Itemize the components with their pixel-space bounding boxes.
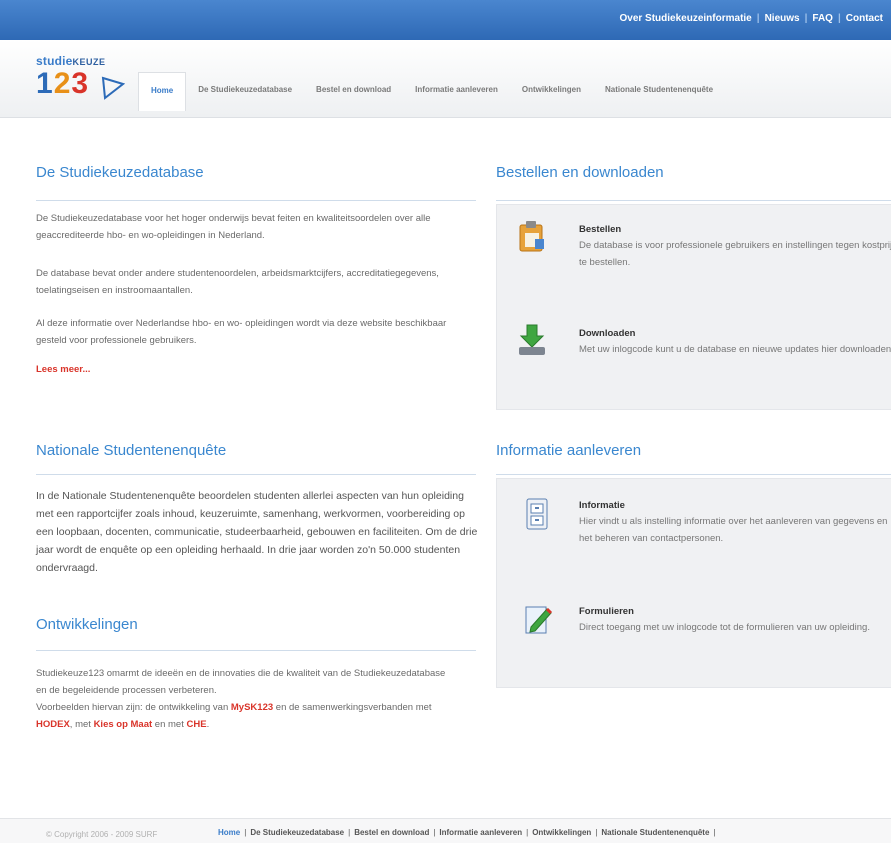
tab-studiekeuzedatabase[interactable]: De Studiekeuzedatabase [186,72,304,110]
paragraph: De Studiekeuzedatabase voor het hoger on… [36,213,431,241]
list-item-formulieren[interactable]: Formulieren Direct toegang met uw inlogc… [579,605,891,636]
top-bar: Over Studiekeuzeinformatie | Nieuws | FAQ | Co… [0,0,891,40]
informatie-panel: Informatie Hier vindt u als instelling i… [496,478,891,688]
list-item-informatie[interactable]: Informatie Hier vindt u als instelling i… [579,499,891,547]
paragraph: In de Nationale Studentenenquête beoorde… [36,490,478,574]
item-title: Downloaden [579,328,636,339]
link-hodex[interactable]: HODEX [36,719,70,730]
footer: © Copyright 2006 - 2009 SURF Home | De Stu… [0,818,891,843]
item-description: De database is voor professionele gebrui… [579,240,891,268]
item-description: Direct toegang met uw inlogcode tot de f… [579,622,870,633]
paragraph: De database bevat onder andere studenten… [36,268,439,296]
edit-form-icon [523,601,553,635]
top-link-nieuws[interactable]: Nieuws [765,13,800,24]
link-kies-op-maat[interactable]: Kies op Maat [94,719,153,730]
copyright-text: © Copyright 2006 - 2009 SURF [46,830,158,839]
section-title-nse: Nationale Studentenenquête [36,442,227,459]
list-item-bestellen[interactable]: Bestellen De database is voor profession… [579,223,891,271]
item-description: Hier vindt u als instelling informatie o… [579,516,888,544]
section-divider [36,200,476,201]
section-title-ontwikkelingen: Ontwikkelingen [36,616,138,633]
item-description: Met uw inlogcode kunt u de database en n… [579,344,891,355]
footer-link-nse[interactable]: Nationale Studentenenquête [601,828,709,837]
footer-links: Home | De Studiekeuzedatabase | Bestel en do… [218,828,716,837]
section-divider [496,474,891,475]
section-divider [36,474,476,475]
tab-nse[interactable]: Nationale Studentenenquête [593,72,725,110]
section-title-studiekeuzedatabase: De Studiekeuzedatabase [36,164,204,181]
paragraph: Voorbeelden hiervan zijn: de ontwikkelin… [36,702,432,730]
logo-wordmark: studieKEUZE [36,54,106,68]
footer-link-ontwikkelingen[interactable]: Ontwikkelingen [532,828,591,837]
tab-home[interactable]: Home [138,72,187,111]
section-title-bestellen: Bestellen en downloaden [496,164,664,181]
tab-bestel-download[interactable]: Bestel en download [304,72,403,110]
list-item-downloaden[interactable]: Downloaden Met uw inlogcode kunt u de da… [579,327,891,358]
download-icon [517,323,547,357]
main-nav: Home De Studiekeuzedatabase Bestel en do… [138,72,725,111]
section-divider [36,650,476,651]
section-title-informatie: Informatie aanleveren [496,442,642,459]
site-logo[interactable]: studieKEUZE 123 [36,54,136,106]
link-mysk123[interactable]: MySK123 [231,702,273,713]
footer-link-studiekeuzedatabase[interactable]: De Studiekeuzedatabase [250,828,344,837]
item-title: Bestellen [579,224,622,235]
top-link-contact[interactable]: Contact [846,13,883,24]
section-divider [496,200,891,201]
top-links: Over Studiekeuzeinformatie | Nieuws | FAQ | Co… [619,13,883,24]
paragraph: Studiekeuze123 omarmt de ideeën en de in… [36,668,446,696]
link-che[interactable]: CHE [187,719,207,730]
footer-link-informatie-aanleveren[interactable]: Informatie aanleveren [439,828,522,837]
paragraph: Al deze informatie over Nederlandse hbo-… [36,318,447,346]
file-cabinet-icon [523,497,553,531]
logo-flag-icon [101,76,125,100]
footer-link-home[interactable]: Home [218,828,240,837]
lees-meer-link[interactable]: Lees meer... [36,364,90,375]
item-title: Informatie [579,500,625,511]
top-link-faq[interactable]: FAQ [812,13,833,24]
tab-informatie-aanleveren[interactable]: Informatie aanleveren [403,72,510,110]
bestellen-panel: Bestellen De database is voor profession… [496,204,891,410]
tab-ontwikkelingen[interactable]: Ontwikkelingen [510,72,593,110]
header: studieKEUZE 123 Home De Studiekeuzedatab… [0,40,891,118]
clipboard-icon [517,219,547,253]
footer-link-bestel-download[interactable]: Bestel en download [354,828,429,837]
item-title: Formulieren [579,606,634,617]
top-link-over[interactable]: Over Studiekeuzeinformatie [619,13,751,24]
